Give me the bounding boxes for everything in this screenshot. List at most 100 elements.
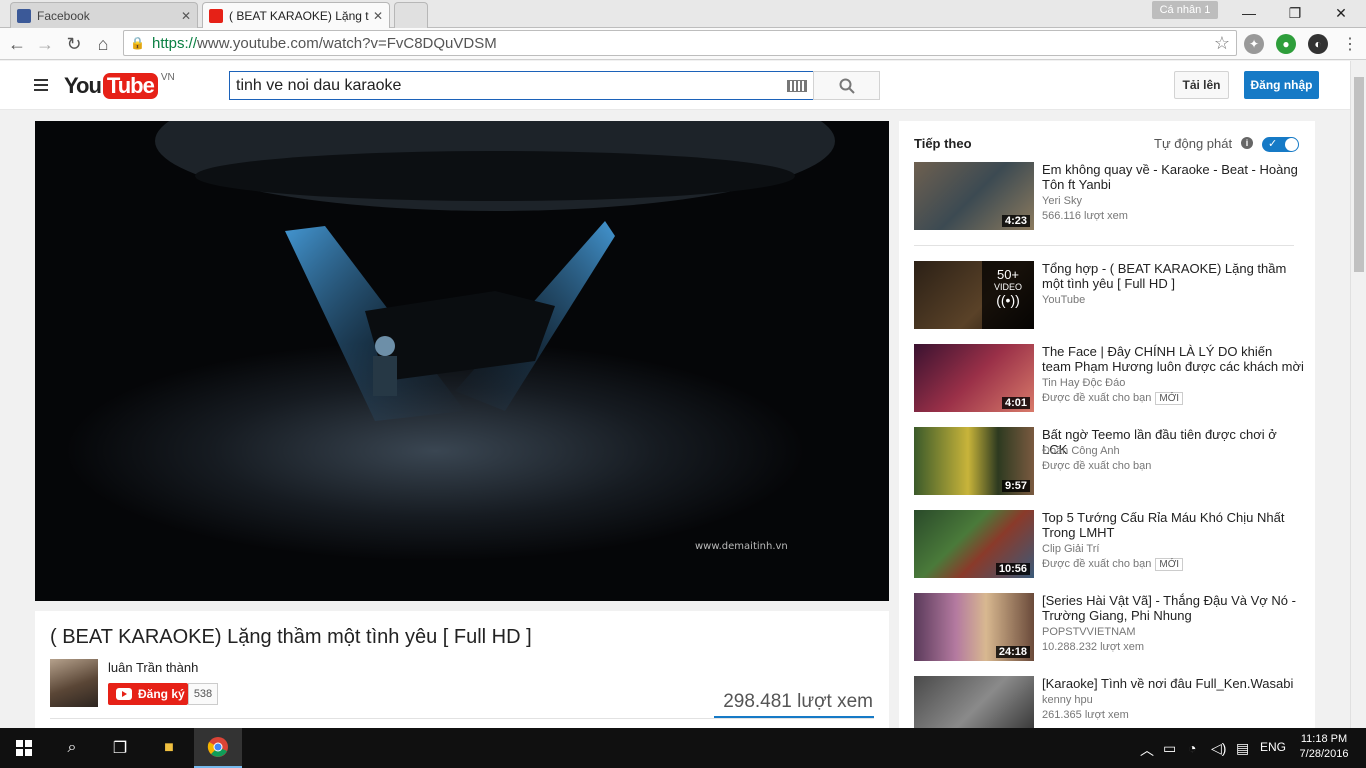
notifications-icon[interactable]: ▤: [1236, 740, 1249, 757]
video-thumbnail[interactable]: 24:18: [914, 593, 1034, 661]
task-view-icon[interactable]: ❐: [96, 728, 144, 768]
video-meta: 261.365 lượt xem: [1042, 709, 1129, 721]
show-hidden-icons-icon[interactable]: ︿: [1140, 740, 1154, 760]
video-meta: Được đề xuất cho bạn: [1042, 460, 1152, 472]
input-language[interactable]: ENG: [1260, 740, 1286, 754]
close-tab-icon[interactable]: ✕: [181, 9, 191, 23]
divider: [914, 245, 1294, 246]
video-meta: Được đề xuất cho bạn MỚI: [1042, 558, 1184, 571]
video-player[interactable]: www.demaitinh.vn: [35, 121, 889, 601]
tab-facebook[interactable]: Facebook ✕: [10, 2, 198, 28]
minimize-icon[interactable]: —: [1226, 0, 1272, 26]
video-title[interactable]: Top 5 Tướng Cấu Rỉa Máu Khó Chịu Nhất Tr…: [1042, 510, 1304, 540]
playlist-label: VIDEO: [993, 282, 1022, 292]
search-icon[interactable]: ⌕: [48, 728, 96, 768]
list-item[interactable]: 50+ VIDEO ((•)) Tổng hợp - ( BEAT KARAOK…: [914, 261, 1304, 329]
page-scrollbar[interactable]: [1350, 61, 1366, 728]
channel-name[interactable]: luân Trần thành: [108, 660, 198, 675]
reload-icon[interactable]: ↻: [62, 32, 86, 56]
browser-tab-strip: Facebook ✕ ( BEAT KARAOKE) Lặng thầ ✕ Cá…: [0, 0, 1366, 28]
video-thumbnail[interactable]: [914, 676, 1034, 728]
close-window-icon[interactable]: ✕: [1318, 0, 1364, 26]
subscribe-button[interactable]: Đăng ký: [108, 683, 188, 705]
list-item[interactable]: 4:01 The Face | Đây CHÍNH LÀ LÝ DO khiến…: [914, 344, 1304, 412]
video-thumbnail[interactable]: 4:23: [914, 162, 1034, 230]
new-tab-button[interactable]: [394, 2, 428, 28]
youtube-logo[interactable]: You Tube VN: [64, 72, 175, 100]
video-thumbnail[interactable]: 4:01: [914, 344, 1034, 412]
profile-button[interactable]: Cá nhân 1: [1152, 1, 1218, 19]
battery-icon[interactable]: ▭: [1163, 740, 1176, 757]
list-item[interactable]: 4:23 Em không quay về - Karaoke - Beat -…: [914, 162, 1304, 230]
video-title[interactable]: Tổng hợp - ( BEAT KARAOKE) Lặng thầm một…: [1042, 261, 1304, 291]
clock-date: 7/28/2016: [1299, 748, 1349, 760]
playlist-overlay: 50+ VIDEO ((•)): [982, 261, 1034, 329]
volume-icon[interactable]: ◁): [1211, 740, 1226, 757]
windows-logo-icon: [16, 740, 32, 756]
video-title[interactable]: The Face | Đây CHÍNH LÀ LÝ DO khiến team…: [1042, 344, 1304, 374]
home-icon[interactable]: ⌂: [91, 32, 115, 56]
list-item[interactable]: [Karaoke] Tình về nơi đâu Full_Ken.Wasab…: [914, 676, 1304, 728]
clock-time: 11:18 PM: [1300, 733, 1348, 745]
divider: [50, 718, 874, 719]
bookmark-star-icon[interactable]: ☆: [1214, 33, 1230, 54]
logo-text: Tube: [102, 73, 158, 99]
facebook-icon: [17, 8, 31, 23]
windows-start-icon[interactable]: [0, 728, 48, 768]
forward-arrow-icon[interactable]: →: [33, 32, 57, 56]
video-title[interactable]: [Series Hài Vật Vã] - Thắng Đậu Và Vợ Nó…: [1042, 593, 1304, 623]
restore-icon[interactable]: ❐: [1272, 0, 1318, 26]
file-explorer-icon[interactable]: ■: [145, 728, 193, 768]
extension-icon[interactable]: ◐: [1308, 34, 1328, 54]
playlist-count: 50+: [996, 267, 1020, 282]
scrollbar-thumb[interactable]: [1354, 77, 1364, 272]
tab-youtube[interactable]: ( BEAT KARAOKE) Lặng thầ ✕: [202, 2, 390, 28]
system-clock[interactable]: 11:18 PM 7/28/2016: [1296, 732, 1352, 762]
video-info-panel: ( BEAT KARAOKE) Lặng thầm một tình yêu […: [35, 611, 889, 731]
new-badge: MỚI: [1155, 558, 1184, 571]
up-next-sidebar: Tiếp theo Tự động phát i ✓ 4:23 Em không…: [899, 121, 1315, 728]
view-count-bar: [714, 716, 874, 718]
search-input[interactable]: tinh ve noi dau karaoke: [229, 71, 814, 100]
search-icon: [839, 78, 855, 94]
extension-icon[interactable]: ✦: [1244, 34, 1264, 54]
recommendation-text: Được đề xuất cho bạn: [1042, 392, 1152, 404]
wifi-icon[interactable]: ◔: [1188, 740, 1196, 756]
list-item[interactable]: 24:18 [Series Hài Vật Vã] - Thắng Đậu Và…: [914, 593, 1304, 661]
autoplay-toggle[interactable]: ✓: [1262, 137, 1299, 152]
channel-avatar[interactable]: [50, 659, 98, 707]
channel-name: Clip Giải Trí: [1042, 543, 1100, 555]
address-bar[interactable]: 🔒 https:// www.youtube.com/watch?v=FvC8D…: [123, 30, 1237, 56]
video-title[interactable]: [Karaoke] Tình về nơi đâu Full_Ken.Wasab…: [1042, 676, 1304, 691]
search-button[interactable]: [813, 71, 880, 100]
video-thumbnail[interactable]: 10:56: [914, 510, 1034, 578]
chrome-menu-icon[interactable]: ⋮: [1338, 32, 1362, 56]
broadcast-icon: ((•)): [996, 292, 1020, 308]
windows-taskbar: ⌕ ❐ ■ ︿ ▭ ◔ ◁) ▤ ENG 11:18 PM 7/28/2016: [0, 728, 1366, 768]
upload-button[interactable]: Tải lên: [1174, 71, 1229, 99]
video-watermark: www.demaitinh.vn: [695, 541, 788, 552]
playlist-thumbnail[interactable]: 50+ VIDEO ((•)): [914, 261, 1034, 329]
tab-label: Facebook: [37, 8, 90, 23]
back-arrow-icon[interactable]: ←: [5, 32, 29, 56]
duration-badge: 9:57: [1001, 480, 1030, 492]
subscriber-count: 538: [188, 683, 218, 705]
extension-icon[interactable]: ●: [1276, 34, 1296, 54]
chrome-icon: [207, 737, 228, 757]
list-item[interactable]: 10:56 Top 5 Tướng Cấu Rỉa Máu Khó Chịu N…: [914, 510, 1304, 578]
keyboard-icon[interactable]: [787, 79, 807, 92]
chrome-taskbar-icon[interactable]: [194, 728, 242, 768]
hamburger-menu-icon[interactable]: [34, 79, 48, 91]
video-meta: 10.288.232 lượt xem: [1042, 641, 1145, 653]
info-icon[interactable]: i: [1241, 137, 1253, 149]
channel-name: Tin Hay Độc Đáo: [1042, 377, 1126, 389]
video-title[interactable]: Em không quay về - Karaoke - Beat - Hoàn…: [1042, 162, 1304, 192]
channel-name: YouTube: [1042, 294, 1086, 306]
list-item[interactable]: 9:57 Bất ngờ Teemo lần đầu tiên được chơ…: [914, 427, 1304, 495]
up-next-heading: Tiếp theo: [914, 136, 972, 151]
close-tab-icon[interactable]: ✕: [373, 9, 383, 23]
lock-icon: 🔒: [130, 36, 145, 50]
signin-button[interactable]: Đăng nhập: [1244, 71, 1319, 99]
video-thumbnail[interactable]: 9:57: [914, 427, 1034, 495]
url-scheme: https://: [152, 34, 198, 52]
